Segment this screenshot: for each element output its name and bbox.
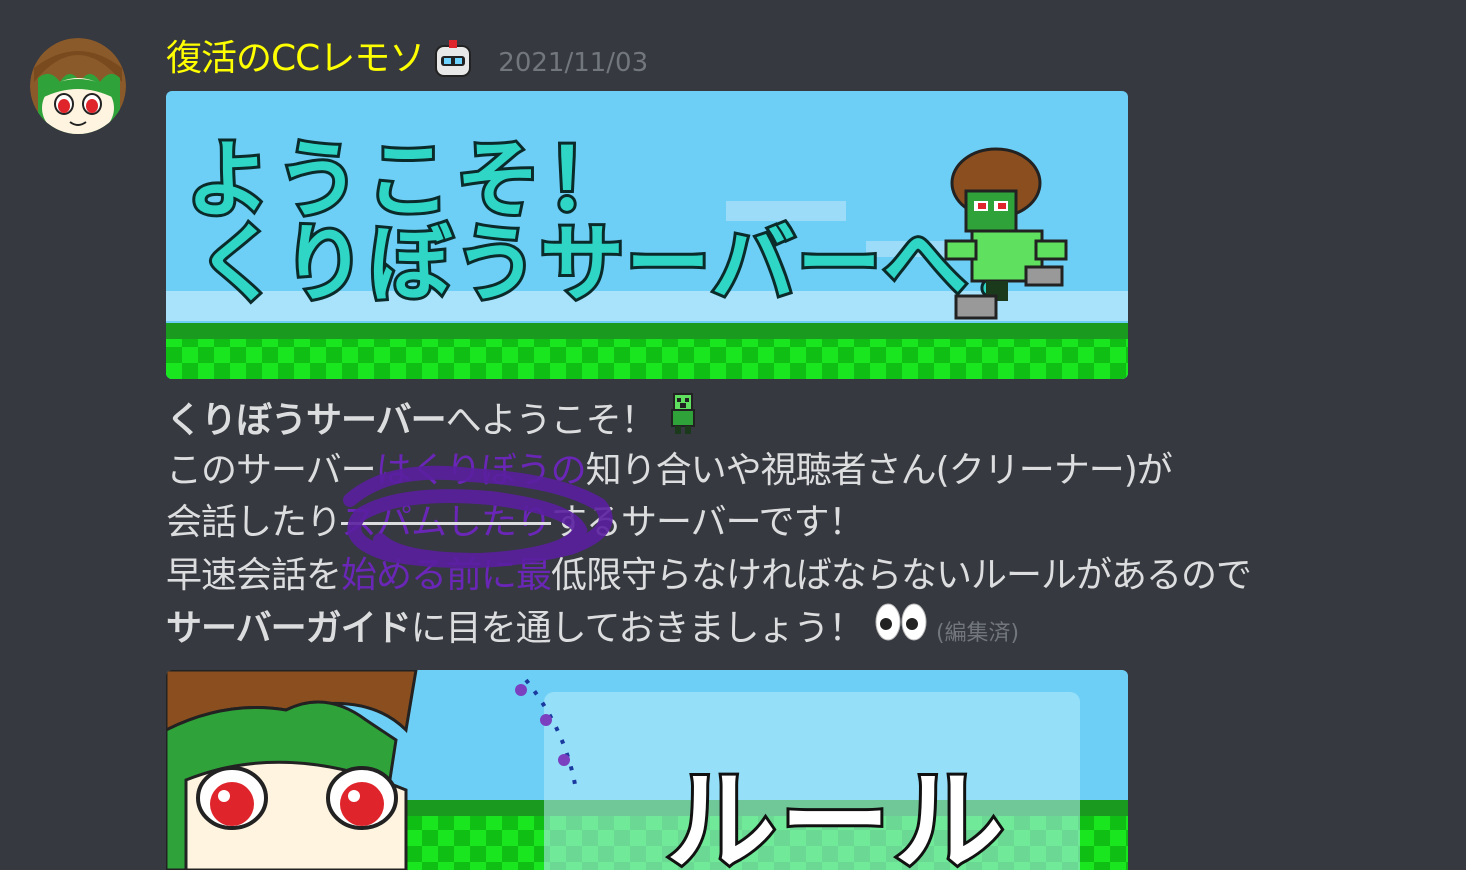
message-line-3: 会話したりスパムしたりするサーバーです！ <box>166 497 1426 550</box>
line3-part-c: するサーバーです！ <box>551 502 864 543</box>
welcome-banner-image[interactable]: ようこそ！ くりぼうサーバーへ！ <box>166 91 1128 379</box>
line2-part-c: 知り合いや視聴者さん(クリーナー)が <box>585 449 1173 491</box>
message-line-5: サーバーガイドに目を通しておきましょう！ (編集済) <box>166 602 1426 655</box>
username[interactable]: 復活のCCレモソ <box>166 37 425 81</box>
rules-title: ルール <box>666 758 1008 870</box>
message-line-1: くりぼうサーバーへようこそ！ <box>166 392 1426 445</box>
line5-rest: に目を通しておきましょう！ <box>410 607 865 649</box>
message-line-4: 早速会話を始める前に最低限守らなければならないルールがあるので <box>166 550 1426 603</box>
avatar[interactable] <box>30 38 126 134</box>
rules-banner-image[interactable]: ルール <box>166 670 1128 870</box>
line4-part-c: 低限守らなければならないルールがあるので <box>551 554 1252 596</box>
line2-part-a: このサーバー <box>166 449 377 491</box>
banner-title-line2: くりぼうサーバーへ！ <box>196 215 1055 313</box>
bot-badge-icon <box>432 38 474 80</box>
eyes-emoji-icon[interactable] <box>874 602 928 658</box>
line3-part-a: 会話したり <box>166 502 342 543</box>
timestamp: 2021/11/03 <box>498 48 649 78</box>
line4-part-b: 始める前に最 <box>341 554 552 596</box>
server-name-bold: くりぼうサーバー <box>166 399 447 441</box>
creeper-emoji-icon[interactable] <box>666 392 700 452</box>
line2-part-b: はくりぼうの <box>375 449 587 491</box>
strikethrough-text: スパムしたり <box>341 502 552 543</box>
welcome-text: へようこそ！ <box>445 399 657 441</box>
server-guide-bold: サーバーガイド <box>166 607 412 649</box>
message-line-2: このサーバーはくりぼうの知り合いや視聴者さん(クリーナー)が <box>166 445 1426 498</box>
message-content: くりぼうサーバーへようこそ！ このサーバーはくりぼうの知り合いや視聴者さん(クリ… <box>166 392 1426 655</box>
avatar-image <box>30 38 126 134</box>
edited-label: (編集済) <box>935 620 1020 646</box>
message-header: 復活のCCレモソ 2021/11/03 <box>166 34 648 84</box>
rules-character <box>166 670 418 870</box>
line4-part-a: 早速会話を <box>166 554 342 596</box>
